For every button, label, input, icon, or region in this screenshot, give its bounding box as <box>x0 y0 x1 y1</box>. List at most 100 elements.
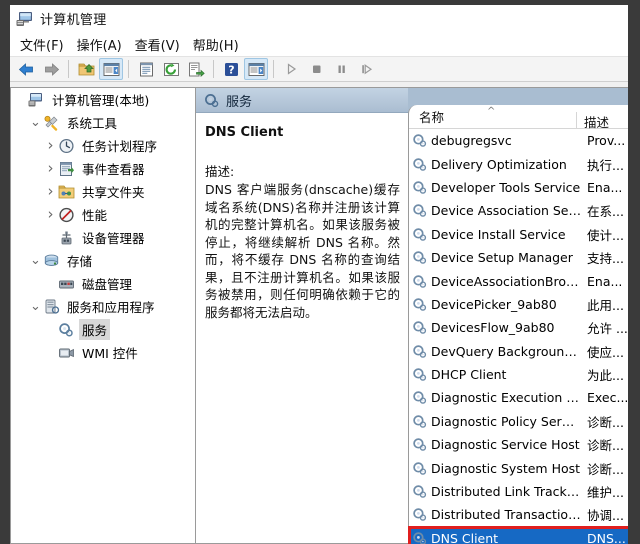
pause-icon[interactable] <box>329 58 353 80</box>
service-gear-icon <box>412 297 427 312</box>
table-row[interactable]: Device Association Service 在系... <box>409 199 628 222</box>
tree-item-9[interactable]: ⌄ 服务和应用程序 <box>11 295 195 318</box>
tree-item-10[interactable]: 服务 <box>11 318 195 341</box>
chevron-down-icon[interactable]: ⌄ <box>28 300 43 313</box>
system-tools-icon <box>43 115 60 131</box>
sort-ascending-icon: ^ <box>487 106 496 117</box>
table-row[interactable]: Diagnostic Policy Service 诊断... <box>409 410 628 433</box>
table-row[interactable]: Diagnostic Service Host 诊断... <box>409 433 628 456</box>
table-row[interactable]: Device Install Service 使计... <box>409 223 628 246</box>
tree-item-4[interactable]: › 共享文件夹 <box>11 180 195 203</box>
show-tree-icon[interactable] <box>99 58 123 80</box>
table-row[interactable]: Distributed Link Tracking... 维护... <box>409 480 628 503</box>
chevron-right-icon[interactable]: › <box>43 161 58 176</box>
tree-item-label: 服务和应用程序 <box>67 300 155 315</box>
tree-item-1[interactable]: ⌄ 系统工具 <box>11 111 195 134</box>
service-description-cell: Ena... <box>587 273 623 289</box>
table-row[interactable]: Distributed Transaction C... 协调... <box>409 503 628 526</box>
menu-action[interactable]: 操作(A) <box>73 33 131 56</box>
back-arrow-icon[interactable] <box>14 58 38 80</box>
table-row[interactable]: DevicesFlow_9ab80 允许 ... <box>409 316 628 339</box>
service-gear-icon <box>412 320 427 335</box>
service-name-cell: DeviceAssociationBroker... <box>431 273 581 289</box>
service-name-cell: Developer Tools Service <box>431 179 581 195</box>
service-name-cell: Diagnostic Service Host <box>431 437 580 453</box>
service-description-cell: 为此... <box>587 368 624 384</box>
tree-item-2[interactable]: › 任务计划程序 <box>11 134 195 157</box>
tree-item-label: WMI 控件 <box>82 346 138 361</box>
chevron-right-icon[interactable]: › <box>43 138 58 153</box>
menu-help[interactable]: 帮助(H) <box>189 33 248 56</box>
table-row[interactable]: debugregsvc Prov... <box>409 129 628 152</box>
main-content: 计算机管理(本地) ⌄ 系统工具 › 任务计划程序 › 事件查看器 › 共享文件夹 › 性… <box>10 87 628 544</box>
service-description-cell: 执行... <box>587 157 624 173</box>
detail-pane-header: 服务 <box>196 88 408 113</box>
service-gear-icon <box>412 367 427 382</box>
restart-icon[interactable] <box>354 58 378 80</box>
services-icon <box>204 93 219 108</box>
service-name-cell: Device Setup Manager <box>431 250 573 266</box>
tree-item-label: 存储 <box>67 254 93 269</box>
window-right-gutter <box>628 0 640 544</box>
service-description-cell: 支持... <box>587 251 624 267</box>
table-row[interactable]: Diagnostic Execution Ser... Exec... <box>409 386 628 409</box>
chevron-down-icon[interactable]: ⌄ <box>28 116 43 129</box>
chevron-down-icon[interactable]: ⌄ <box>28 254 43 267</box>
up-folder-icon[interactable] <box>74 58 98 80</box>
table-row[interactable]: Diagnostic System Host 诊断... <box>409 456 628 479</box>
shared-folders-icon <box>58 184 75 200</box>
service-gear-icon <box>412 274 427 289</box>
help-icon[interactable]: ? <box>219 58 243 80</box>
tree-item-11[interactable]: WMI 控件 <box>11 341 195 364</box>
table-row[interactable]: DNS Client DNS... <box>409 526 628 544</box>
console-tree-pane[interactable]: 计算机管理(本地) ⌄ 系统工具 › 任务计划程序 › 事件查看器 › 共享文件夹 › 性… <box>10 87 196 544</box>
menu-view[interactable]: 查看(V) <box>131 33 189 56</box>
toolbar-separator <box>213 60 214 78</box>
service-description-cell: 维护... <box>587 485 624 501</box>
service-name-cell: Diagnostic Execution Ser... <box>431 390 581 406</box>
refresh-icon[interactable] <box>159 58 183 80</box>
tree-item-label: 事件查看器 <box>82 162 145 177</box>
performance-icon <box>58 207 75 223</box>
play-icon[interactable] <box>279 58 303 80</box>
storage-icon <box>43 253 60 269</box>
tree-item-6[interactable]: 设备管理器 <box>11 226 195 249</box>
service-name-cell: Diagnostic System Host <box>431 460 581 476</box>
service-name-cell: DevicesFlow_9ab80 <box>431 320 555 336</box>
tree-item-0[interactable]: 计算机管理(本地) <box>11 88 195 111</box>
tree-item-label: 共享文件夹 <box>82 185 145 200</box>
service-gear-icon <box>412 250 427 265</box>
forward-arrow-icon[interactable] <box>39 58 63 80</box>
tree-item-8[interactable]: 磁盘管理 <box>11 272 195 295</box>
table-row[interactable]: Device Setup Manager 支持... <box>409 246 628 269</box>
table-row[interactable]: DHCP Client 为此... <box>409 363 628 386</box>
tree-item-label: 磁盘管理 <box>82 277 133 292</box>
tree-item-5[interactable]: › 性能 <box>11 203 195 226</box>
column-header-name[interactable]: 名称 ^ <box>409 106 576 128</box>
stop-icon[interactable] <box>304 58 328 80</box>
chevron-right-icon[interactable]: › <box>43 184 58 199</box>
menu-file[interactable]: 文件(F) <box>16 33 73 56</box>
service-gear-icon <box>412 531 427 544</box>
table-row[interactable]: Developer Tools Service Ena... <box>409 176 628 199</box>
tree-item-3[interactable]: › 事件查看器 <box>11 157 195 180</box>
service-description-cell: Ena... <box>587 179 623 195</box>
services-list-pane: 名称 ^ 描述 debugregsvc Prov... Delivery Opti… <box>408 87 628 544</box>
table-row[interactable]: DevicePicker_9ab80 此用... <box>409 293 628 316</box>
properties-icon[interactable] <box>134 58 158 80</box>
chevron-right-icon[interactable]: › <box>43 207 58 222</box>
event-viewer-icon <box>58 161 75 177</box>
services-list-rows: debugregsvc Prov... Delivery Optimization… <box>409 129 628 544</box>
service-description-cell: 允许 ... <box>587 321 628 337</box>
export-list-icon[interactable] <box>184 58 208 80</box>
show-action-pane-icon[interactable] <box>244 58 268 80</box>
column-header-description[interactable]: 描述 <box>576 112 609 130</box>
toolbar-separator <box>273 60 274 78</box>
device-manager-icon <box>58 230 75 246</box>
tree-item-7[interactable]: ⌄ 存储 <box>11 249 195 272</box>
service-description-cell: 使计... <box>587 227 624 243</box>
service-gear-icon <box>412 227 427 242</box>
table-row[interactable]: DeviceAssociationBroker... Ena... <box>409 269 628 292</box>
table-row[interactable]: Delivery Optimization 执行... <box>409 152 628 175</box>
table-row[interactable]: DevQuery Background D... 使应... <box>409 340 628 363</box>
